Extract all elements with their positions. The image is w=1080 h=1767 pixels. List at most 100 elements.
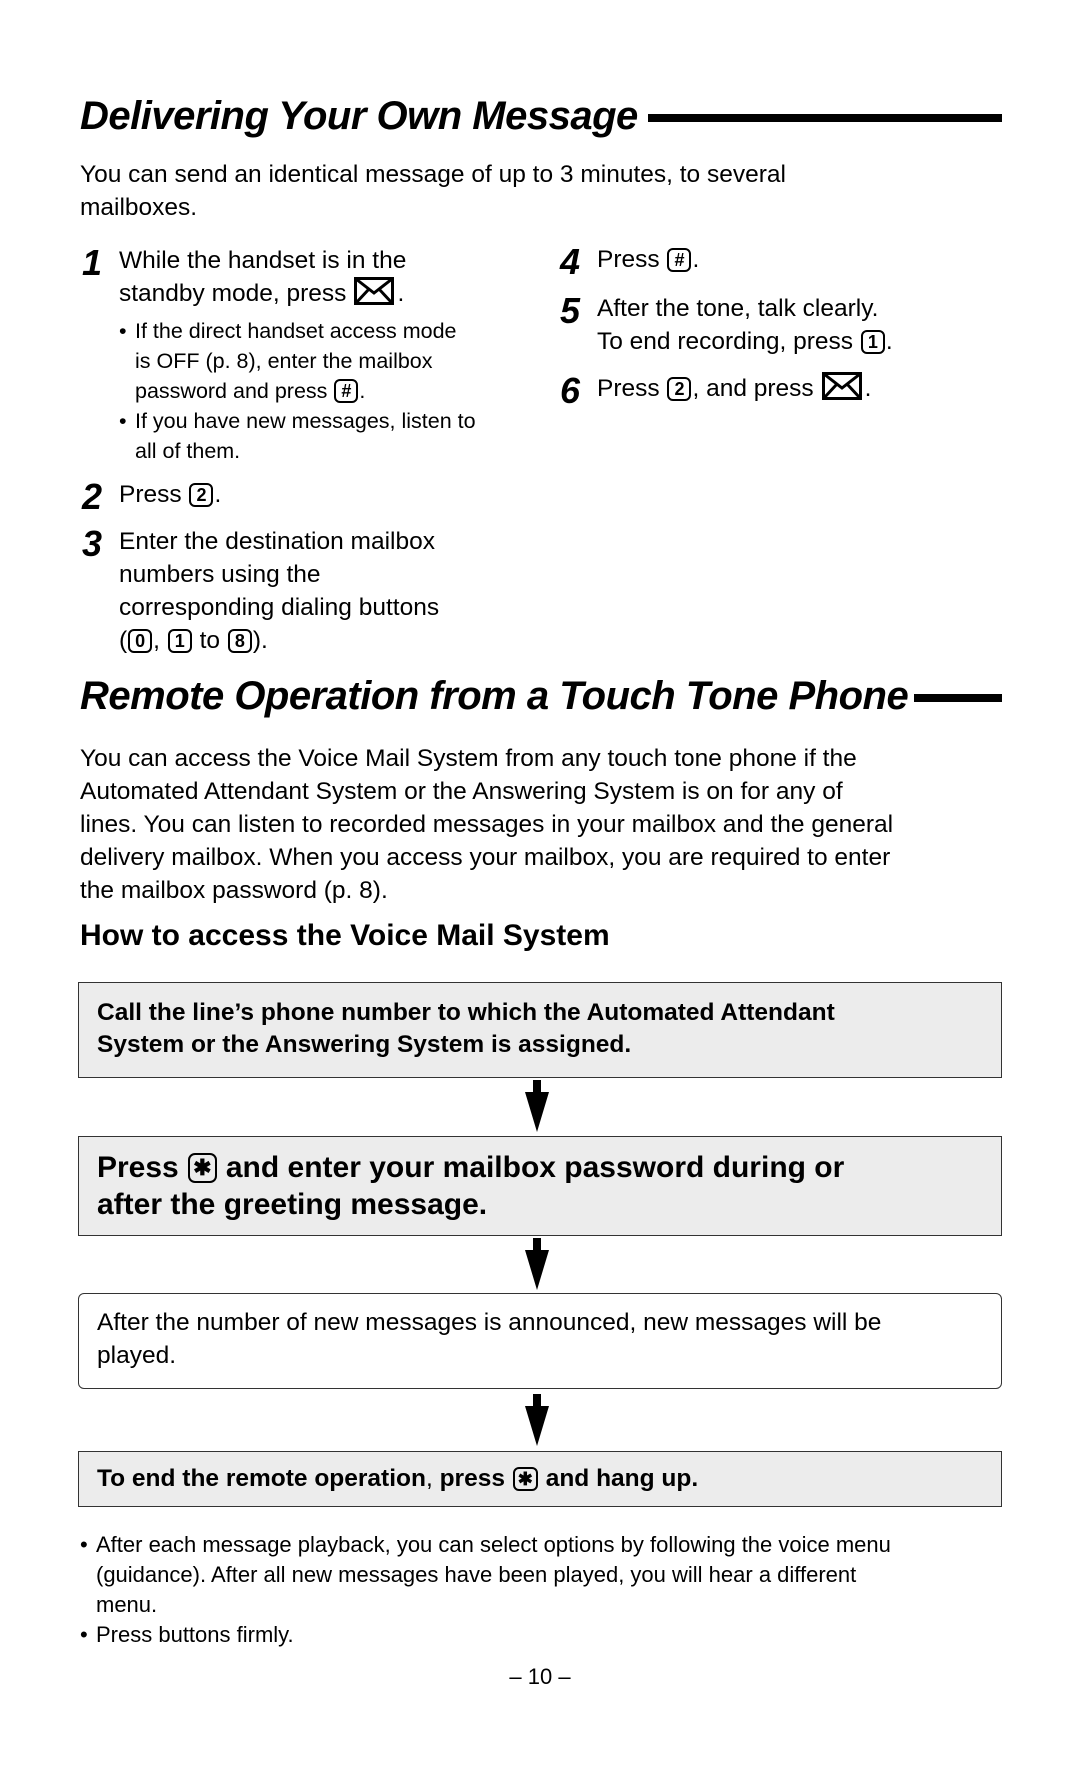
mail-icon	[354, 277, 395, 314]
step-bullet: If you have new messages, listen to all …	[119, 406, 476, 466]
note-bullet: Press buttons firmly.	[80, 1620, 1000, 1650]
flow-text-part: To end the remote operation	[97, 1465, 426, 1492]
subheading: How to access the Voice Mail System	[80, 919, 610, 952]
section-heading-remote: Remote Operation from a Touch Tone Phone	[80, 676, 1002, 716]
flow-arrow-icon	[525, 1080, 549, 1132]
step-text: standby mode, press.	[119, 277, 476, 314]
note-line: menu.	[96, 1592, 158, 1617]
step-number: 6	[560, 370, 581, 411]
step-text: .	[214, 481, 222, 508]
section-title: Delivering Your Own Message	[80, 94, 638, 138]
key-1: 1	[167, 629, 192, 653]
step-text-part: .	[885, 328, 893, 355]
step-text: .	[864, 375, 872, 402]
step-number: 5	[560, 290, 581, 331]
step-text-part: standby mode, press	[119, 280, 347, 307]
bullet-text: password and press	[135, 379, 328, 403]
heading-rule	[914, 694, 1002, 702]
flow-arrow-icon	[525, 1238, 549, 1290]
step-text: Press	[119, 481, 182, 508]
key-star: ✱	[512, 1467, 538, 1491]
step-text-part: .	[397, 280, 405, 307]
section-heading-delivering: Delivering Your Own Message	[80, 96, 1002, 136]
flow-text-part: ,	[425, 1465, 433, 1492]
notes: After each message playback, you can sel…	[80, 1530, 1000, 1650]
step-4: 4 Press #.	[560, 243, 1000, 280]
step-text-part: ,	[153, 627, 160, 654]
step-1: 1 While the handset is in the standby mo…	[82, 244, 532, 466]
section-title: Remote Operation from a Touch Tone Phone	[80, 674, 909, 718]
key-hash: #	[667, 248, 692, 272]
step-text: After the tone, talk clearly.	[597, 295, 879, 322]
step-text-part: to	[199, 627, 221, 654]
flow-text: Press ✱ and enter your mailbox password …	[97, 1149, 983, 1186]
intro-line: Automated Attendant System or the Answer…	[80, 778, 843, 805]
flow-text: System or the Answering System is assign…	[97, 1031, 632, 1058]
intro-line: You can access the Voice Mail System fro…	[80, 745, 857, 772]
key-2: 2	[667, 377, 692, 401]
step-number: 3	[82, 523, 103, 564]
step-number: 2	[82, 476, 103, 517]
step-text: (0, 1 to 8).	[119, 624, 439, 657]
bullet-text: .	[359, 379, 366, 403]
step-text: Enter the destination mailbox	[119, 528, 435, 555]
intro-line: lines. You can listen to recorded messag…	[80, 811, 894, 838]
section-intro: You can access the Voice Mail System fro…	[80, 742, 1010, 907]
note-line: Press buttons firmly.	[96, 1622, 294, 1647]
flow-text-part: and hang up.	[545, 1465, 699, 1492]
page-number: – 10 –	[509, 1664, 571, 1689]
note-bullet: After each message playback, you can sel…	[80, 1530, 1000, 1620]
step-bullet: If the direct handset access mode is OFF…	[119, 316, 476, 406]
step-3: 3 Enter the destination mailbox numbers …	[82, 525, 532, 657]
note-line: (guidance). After all new messages have …	[96, 1562, 857, 1587]
bullet-line: If you have new messages, listen to	[135, 409, 476, 433]
step-text: corresponding dialing buttons	[119, 594, 440, 621]
step-text: , and press	[692, 375, 814, 402]
step-text-part: To end recording, press	[597, 328, 854, 355]
bullet-line: password and press #.	[135, 376, 476, 406]
flow-text-part: Press	[97, 1151, 179, 1184]
flow-text: To end the remote operation, press ✱ and…	[97, 1462, 983, 1496]
flow-arrow-icon	[525, 1394, 549, 1446]
flow-text-part: press	[439, 1465, 505, 1492]
mail-icon	[821, 372, 862, 409]
flow-text: played.	[97, 1342, 177, 1369]
flow-step-press-star: Press ✱ and enter your mailbox password …	[78, 1136, 1002, 1236]
flow-step-call: Call the line’s phone number to which th…	[78, 982, 1002, 1078]
step-text-part: (	[119, 627, 128, 654]
bullet-line: If the direct handset access mode	[135, 319, 457, 343]
intro-line: the mailbox password (p. 8).	[80, 877, 388, 904]
flow-text: after the greeting message.	[97, 1188, 488, 1221]
note-line: After each message playback, you can sel…	[96, 1532, 891, 1557]
intro-line: delivery mailbox. When you access your m…	[80, 844, 891, 871]
intro-line: You can send an identical message of up …	[80, 161, 786, 188]
flow-text: After the number of new messages is anno…	[97, 1309, 882, 1336]
key-1: 1	[860, 330, 885, 354]
key-0: 0	[128, 629, 153, 653]
key-2: 2	[189, 483, 214, 507]
heading-rule	[647, 114, 1002, 122]
step-text-part: ).	[252, 627, 268, 654]
step-text: Press	[597, 375, 660, 402]
flow-text: Call the line’s phone number to which th…	[97, 999, 835, 1026]
step-number: 1	[82, 242, 103, 283]
flow-step-messages-played: After the number of new messages is anno…	[78, 1293, 1002, 1389]
step-2: 2 Press 2.	[82, 478, 532, 515]
intro-line: mailboxes.	[80, 194, 198, 221]
bullet-line: is OFF (p. 8), enter the mailbox	[135, 349, 433, 373]
section-intro: You can send an identical message of up …	[80, 158, 1010, 224]
key-star: ✱	[188, 1153, 217, 1183]
step-text: Press	[597, 246, 660, 273]
step-text: To end recording, press 1.	[597, 325, 893, 358]
step-text: While the handset is in the	[119, 247, 407, 274]
step-6: 6 Press 2, and press.	[560, 372, 1000, 409]
key-hash: #	[334, 379, 359, 403]
flow-step-end: To end the remote operation, press ✱ and…	[78, 1451, 1002, 1507]
step-5: 5 After the tone, talk clearly. To end r…	[560, 292, 1000, 358]
step-number: 4	[560, 241, 581, 282]
step-text: numbers using the	[119, 561, 321, 588]
flow-text-part: and enter your mailbox password during o…	[225, 1151, 845, 1184]
bullet-line: all of them.	[135, 439, 241, 463]
key-8: 8	[227, 629, 252, 653]
step-text: .	[692, 246, 700, 273]
